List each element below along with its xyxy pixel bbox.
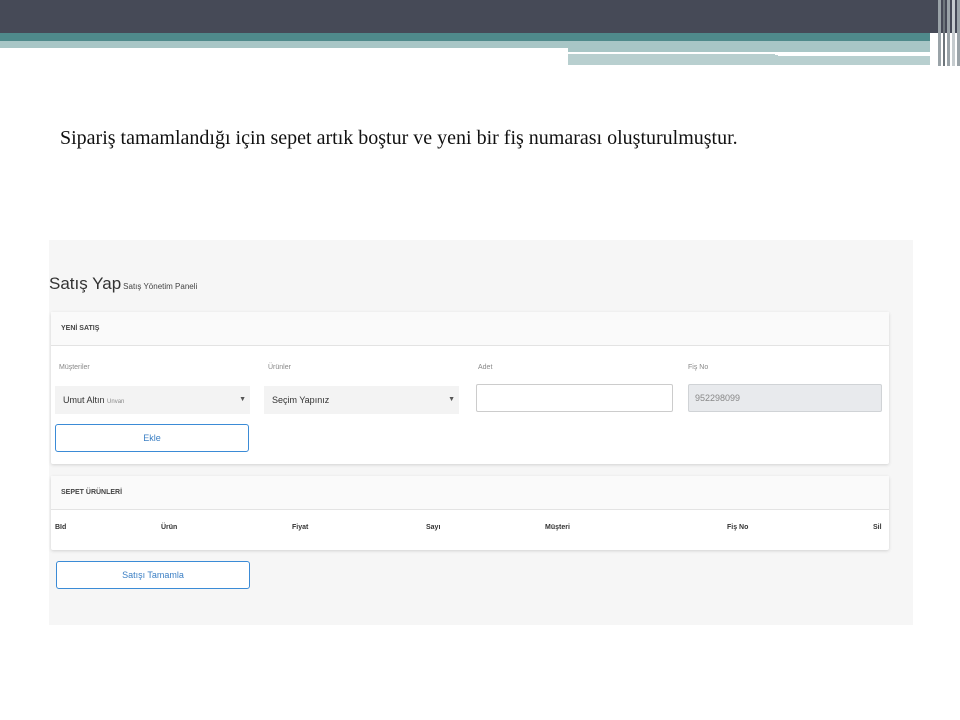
slide-right-stripe — [568, 41, 930, 52]
column-header-count: Sayı — [426, 524, 441, 531]
slide-right-stripe-lower — [568, 54, 778, 65]
slide-light-stripe — [0, 41, 568, 48]
quantity-input[interactable] — [476, 384, 673, 412]
column-header-price: Fiyat — [292, 524, 309, 531]
slide-vertical-lines — [930, 0, 960, 66]
new-sale-card: YENİ SATIŞ Müşteriler Umut Altın Unvan ▼… — [51, 312, 889, 464]
receipt-number-field: 952298099 — [688, 384, 882, 412]
caret-down-icon: ▼ — [448, 396, 455, 403]
page-title: Satış Yap Satış Yönetim Paneli — [49, 274, 197, 294]
quantity-label: Adet — [478, 364, 493, 371]
basket-card: SEPET ÜRÜNLERİ BId Ürün Fiyat Sayı Müşte… — [51, 476, 889, 550]
app-screenshot: Satış Yap Satış Yönetim Paneli YENİ SATIŞ… — [49, 240, 913, 625]
basket-header: SEPET ÜRÜNLERİ — [51, 476, 889, 510]
slide-top-bar — [0, 0, 960, 33]
receipt-label: Fiş No — [688, 364, 709, 371]
slide-right-stripe-end — [778, 56, 930, 65]
product-select-value: Seçim Yapınız — [272, 395, 330, 405]
page-subtitle: Satış Yönetim Paneli — [123, 282, 198, 291]
basket-table-head: BId Ürün Fiyat Sayı Müşteri Fiş No Sil — [51, 524, 889, 538]
page-title-main: Satış Yap — [49, 274, 122, 293]
complete-sale-button[interactable]: Satışı Tamamla — [56, 561, 250, 589]
customer-select[interactable]: Umut Altın Unvan ▼ — [55, 386, 250, 414]
product-select[interactable]: Seçim Yapınız ▼ — [264, 386, 459, 414]
slide-caption: Sipariş tamamlandığı için sepet artık bo… — [60, 127, 738, 149]
column-header-bid: BId — [55, 524, 67, 531]
slide-white-line — [775, 52, 890, 55]
customers-label: Müşteriler — [59, 364, 90, 371]
new-sale-header: YENİ SATIŞ — [51, 312, 889, 346]
customer-select-value: Umut Altın — [63, 395, 105, 405]
column-header-product: Ürün — [161, 524, 178, 531]
column-header-customer: Müşteri — [545, 524, 570, 531]
products-label: Ürünler — [268, 364, 291, 371]
slide-teal-stripe — [0, 33, 930, 41]
column-header-delete: Sil — [873, 524, 882, 531]
caret-down-icon: ▼ — [239, 396, 246, 403]
column-header-receipt: Fiş No — [727, 524, 749, 531]
add-button[interactable]: Ekle — [55, 424, 249, 452]
customer-select-hint: Unvan — [107, 399, 125, 405]
